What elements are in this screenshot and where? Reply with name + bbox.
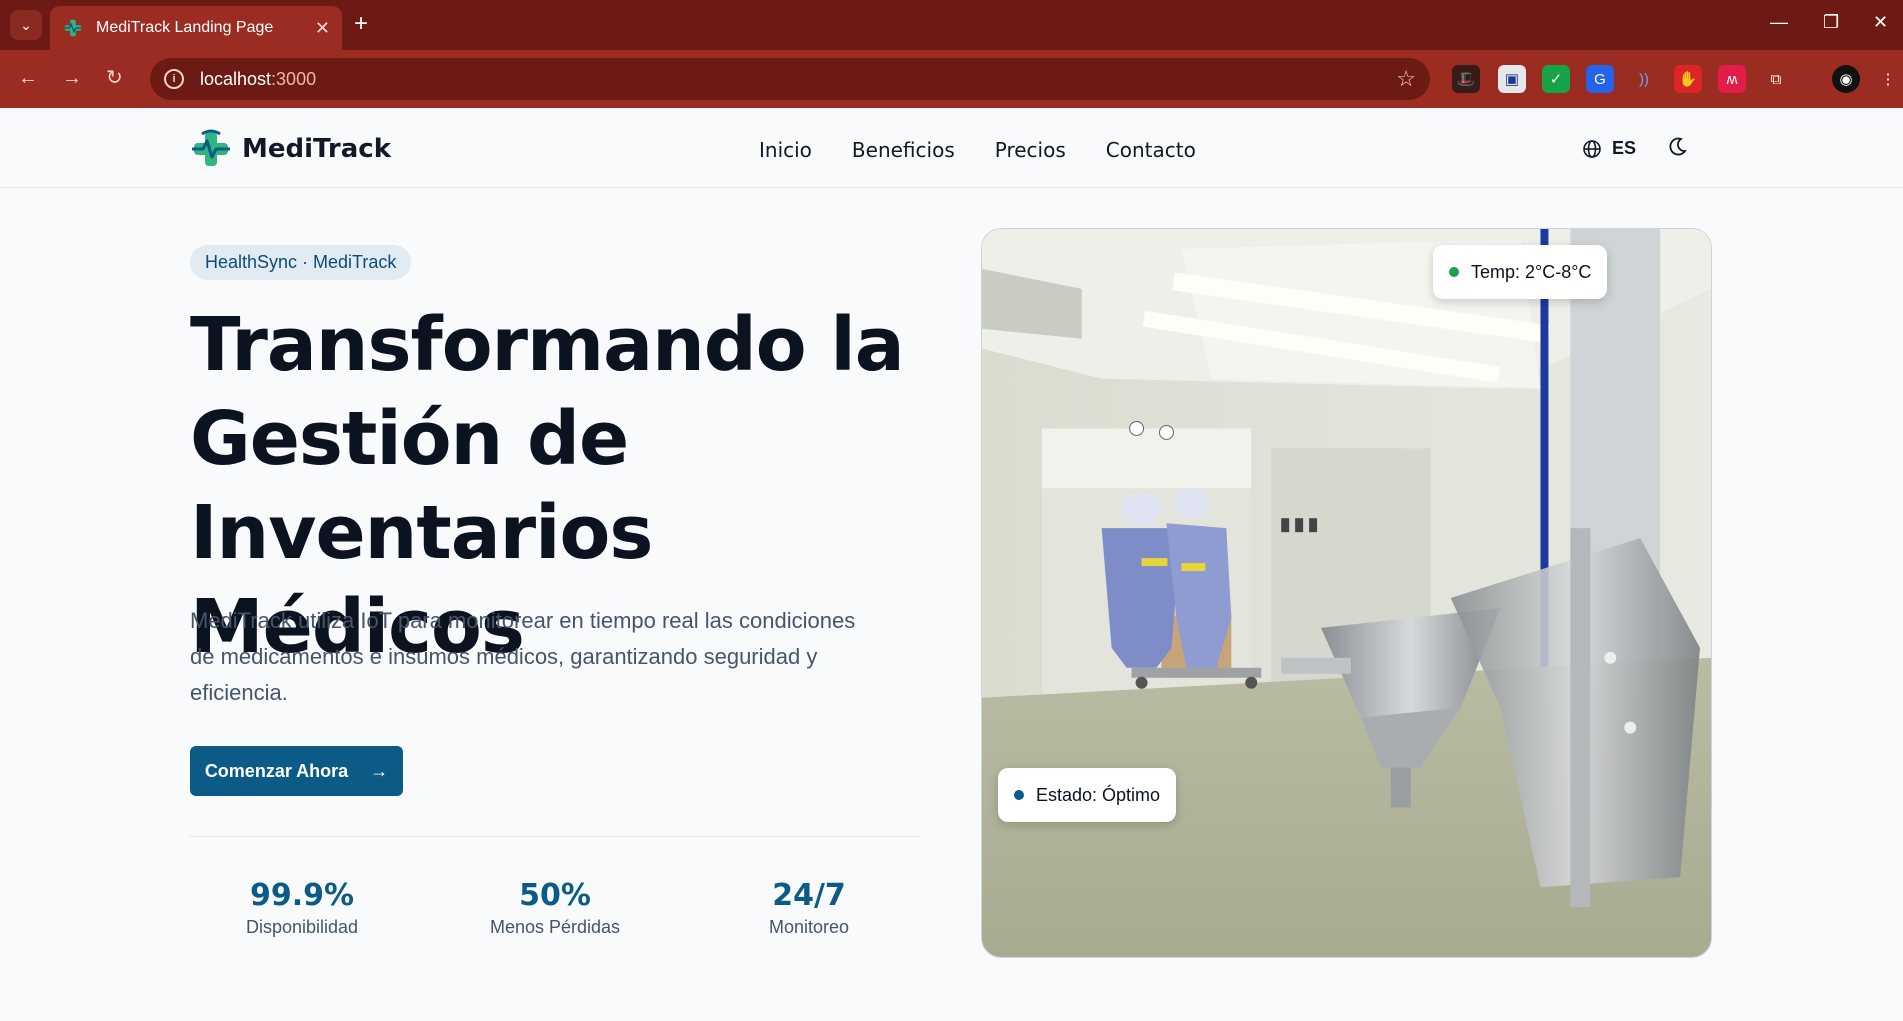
status-dot: [1014, 790, 1024, 800]
window-close-icon[interactable]: ✕: [1873, 12, 1888, 33]
meditrack-favicon-icon: [64, 19, 82, 37]
restore-icon[interactable]: ❐: [1823, 12, 1839, 33]
theme-toggle-moon-icon[interactable]: [1666, 136, 1688, 164]
browser-menu-icon[interactable]: ⋮: [1874, 65, 1902, 93]
hero-title-line-2: Gestión de: [190, 396, 629, 482]
address-bar[interactable]: i localhost:3000 ☆: [150, 58, 1430, 100]
hero-title-line-1: Transformando la: [190, 302, 905, 388]
stat-losses: 50% Menos Pérdidas: [445, 878, 665, 938]
landing-page: MediTrack Inicio Beneficios Precios Cont…: [0, 108, 1903, 1021]
cleanroom-illustration: [982, 229, 1711, 957]
forward-arrow-icon[interactable]: →: [62, 66, 82, 90]
cleanroom-photo: Temp: 2°C-8°C Estado: Óptimo: [981, 228, 1712, 958]
stat-label: Menos Pérdidas: [489, 917, 621, 937]
hero-badge: HealthSync · MediTrack: [190, 245, 412, 280]
temperature-badge: Temp: 2°C-8°C: [1433, 245, 1608, 299]
brand-logo[interactable]: MediTrack: [190, 128, 391, 170]
tab-close-icon[interactable]: ✕: [315, 18, 330, 39]
stat-value: 50%: [519, 878, 591, 913]
stat-monitoring: 24/7 Monitoreo: [699, 878, 919, 938]
language-switcher[interactable]: ES: [1582, 138, 1636, 159]
browser-toolbar: ← → ↻ i localhost:3000 ☆ 🎩 ▣ ✓ G )) ✋ ʍ …: [0, 50, 1903, 108]
nav-link-contacto[interactable]: Contacto: [1106, 138, 1196, 162]
nav-link-beneficios[interactable]: Beneficios: [852, 138, 955, 162]
reload-icon[interactable]: ↻: [106, 66, 123, 90]
extension-audio-icon[interactable]: )): [1630, 65, 1658, 93]
url-host: localhost: [200, 68, 272, 89]
nav-link-precios[interactable]: Precios: [995, 138, 1066, 162]
brand-name: MediTrack: [242, 134, 391, 164]
status-badge: Estado: Óptimo: [998, 768, 1177, 822]
tab-title: MediTrack Landing Page: [96, 19, 274, 36]
stat-value: 99.9%: [249, 878, 355, 913]
bookmark-star-icon[interactable]: ☆: [1396, 66, 1416, 92]
nav-link-inicio[interactable]: Inicio: [759, 138, 812, 162]
extension-mendeley-icon[interactable]: ʍ: [1718, 65, 1746, 93]
browser-tab-bar: ⌄ MediTrack Landing Page ✕ + — ❐ ✕: [0, 0, 1903, 50]
stat-value: 24/7: [772, 878, 846, 913]
extension-translate-icon[interactable]: G: [1586, 65, 1614, 93]
get-started-button[interactable]: Comenzar Ahora →: [190, 746, 403, 796]
minimize-icon[interactable]: —: [1770, 12, 1788, 33]
new-tab-icon[interactable]: +: [354, 12, 368, 36]
globe-icon: [1583, 139, 1601, 158]
stat-label: Disponibilidad: [245, 917, 359, 937]
profile-avatar[interactable]: ◉: [1832, 65, 1860, 93]
extension-screen-icon[interactable]: ▣: [1498, 65, 1526, 93]
status-label: Estado: Óptimo: [1036, 784, 1161, 805]
temperature-status-dot: [1449, 267, 1459, 277]
stat-availability: 99.9% Disponibilidad: [192, 878, 412, 938]
site-header: MediTrack Inicio Beneficios Precios Cont…: [0, 108, 1903, 188]
tab-search-chevron-icon[interactable]: ⌄: [10, 10, 42, 40]
stat-label: Monitoreo: [768, 917, 850, 937]
main-nav: Inicio Beneficios Precios Contacto: [759, 138, 1196, 162]
temperature-label: Temp: 2°C-8°C: [1471, 261, 1592, 282]
browser-tab[interactable]: MediTrack Landing Page ✕: [50, 6, 342, 50]
site-info-icon[interactable]: i: [164, 69, 184, 89]
extension-hat-icon[interactable]: 🎩: [1452, 65, 1480, 93]
extension-hand-icon[interactable]: ✋: [1674, 65, 1702, 93]
extension-shield-icon[interactable]: ✓: [1542, 65, 1570, 93]
meditrack-logo-icon: [192, 129, 230, 166]
arrow-right-icon: →: [370, 760, 389, 781]
extensions-puzzle-icon[interactable]: ⧉: [1762, 65, 1790, 93]
get-started-label: Comenzar Ahora: [204, 760, 349, 781]
back-arrow-icon[interactable]: ←: [18, 66, 38, 90]
language-code: ES: [1612, 138, 1637, 158]
stats-divider: [190, 836, 921, 837]
url-port: :3000: [271, 68, 317, 89]
hero-description: MediTrack utiliza IoT para monitorear en…: [190, 608, 856, 705]
